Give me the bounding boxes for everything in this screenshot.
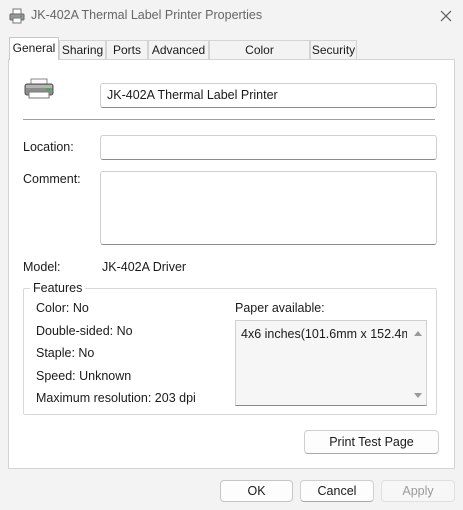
comment-label: Comment: — [23, 172, 81, 186]
cancel-button[interactable]: Cancel — [300, 480, 374, 502]
tab-color-management[interactable]: Color Management — [209, 40, 310, 75]
printer-name-input[interactable]: JK-402A Thermal Label Printer — [100, 83, 437, 108]
paper-list-item[interactable]: 4x6 inches(101.6mm x 152.4mm) — [241, 327, 407, 341]
feature-color: Color: No — [36, 301, 89, 315]
feature-speed: Speed: Unknown — [36, 369, 132, 383]
tab-advanced[interactable]: Advanced — [148, 40, 209, 59]
scroll-up-icon[interactable] — [413, 327, 423, 337]
apply-button[interactable]: Apply — [381, 480, 455, 502]
feature-double-sided: Double-sided: No — [36, 324, 133, 338]
printer-icon — [9, 8, 25, 24]
close-button[interactable] — [434, 4, 458, 28]
divider — [23, 119, 435, 120]
close-icon — [440, 10, 452, 22]
feature-staple: Staple: No — [36, 346, 95, 360]
location-input[interactable] — [100, 135, 437, 160]
tab-security[interactable]: Security — [310, 40, 357, 59]
comment-textarea[interactable] — [100, 171, 437, 245]
tab-general[interactable]: General — [9, 37, 59, 60]
printer-icon — [23, 78, 55, 100]
scroll-down-icon[interactable] — [413, 390, 423, 400]
features-legend: Features — [30, 281, 86, 295]
location-label: Location: — [23, 140, 74, 154]
window-title: JK-402A Thermal Label Printer Properties — [31, 8, 263, 22]
tab-ports[interactable]: Ports — [106, 40, 148, 59]
print-test-page-button[interactable]: Print Test Page — [304, 430, 439, 454]
tab-sharing[interactable]: Sharing — [59, 40, 106, 59]
feature-max-resolution: Maximum resolution: 203 dpi — [36, 391, 196, 405]
printer-name-value: JK-402A Thermal Label Printer — [107, 88, 278, 102]
model-value: JK-402A Driver — [102, 260, 187, 274]
ok-button[interactable]: OK — [220, 480, 293, 502]
model-label: Model: — [23, 260, 61, 274]
paper-available-label: Paper available: — [235, 301, 325, 315]
